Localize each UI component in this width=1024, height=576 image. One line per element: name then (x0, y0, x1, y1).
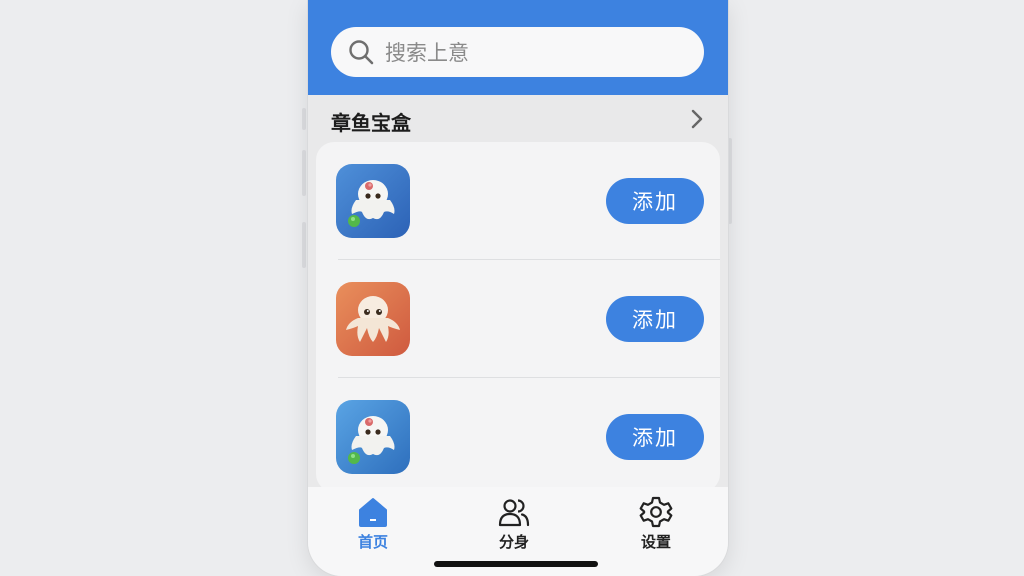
phone-screen: 章鱼宝盒 添加 (308, 0, 728, 576)
gear-icon (639, 496, 673, 528)
home-indicator (434, 561, 598, 567)
octopus-orange-app-icon (336, 282, 410, 356)
phone-side-button (302, 108, 306, 130)
add-button[interactable]: 添加 (606, 296, 704, 342)
list-item: 添加 (316, 142, 720, 260)
search-icon (349, 40, 374, 65)
header-bar (308, 0, 728, 95)
phone-side-button (302, 222, 306, 268)
list-item: 添加 (316, 260, 720, 378)
tab-home-label: 首页 (357, 533, 388, 551)
tab-settings[interactable]: 设置 (616, 495, 696, 551)
search-bar[interactable] (331, 27, 704, 79)
home-icon (359, 498, 387, 527)
add-button[interactable]: 添加 (606, 414, 704, 460)
app-list-card: 添加 添加 添加 (316, 142, 720, 492)
ghost-octopus-light-blue-app-icon (336, 400, 410, 474)
phone-side-button (302, 150, 306, 196)
tab-clones-label: 分身 (498, 533, 529, 551)
search-input[interactable] (383, 27, 687, 79)
phone-side-button (728, 138, 732, 224)
add-button[interactable]: 添加 (606, 178, 704, 224)
tab-home[interactable]: 首页 (333, 495, 413, 551)
section-header[interactable]: 章鱼宝盒 (308, 98, 728, 142)
ghost-octopus-blue-app-icon (336, 164, 410, 238)
list-item: 添加 (316, 378, 720, 492)
section-title: 章鱼宝盒 (331, 111, 411, 135)
chevron-right-icon[interactable] (686, 108, 708, 130)
tab-settings-label: 设置 (640, 533, 671, 551)
users-icon (498, 499, 530, 527)
tab-clones[interactable]: 分身 (474, 495, 554, 551)
